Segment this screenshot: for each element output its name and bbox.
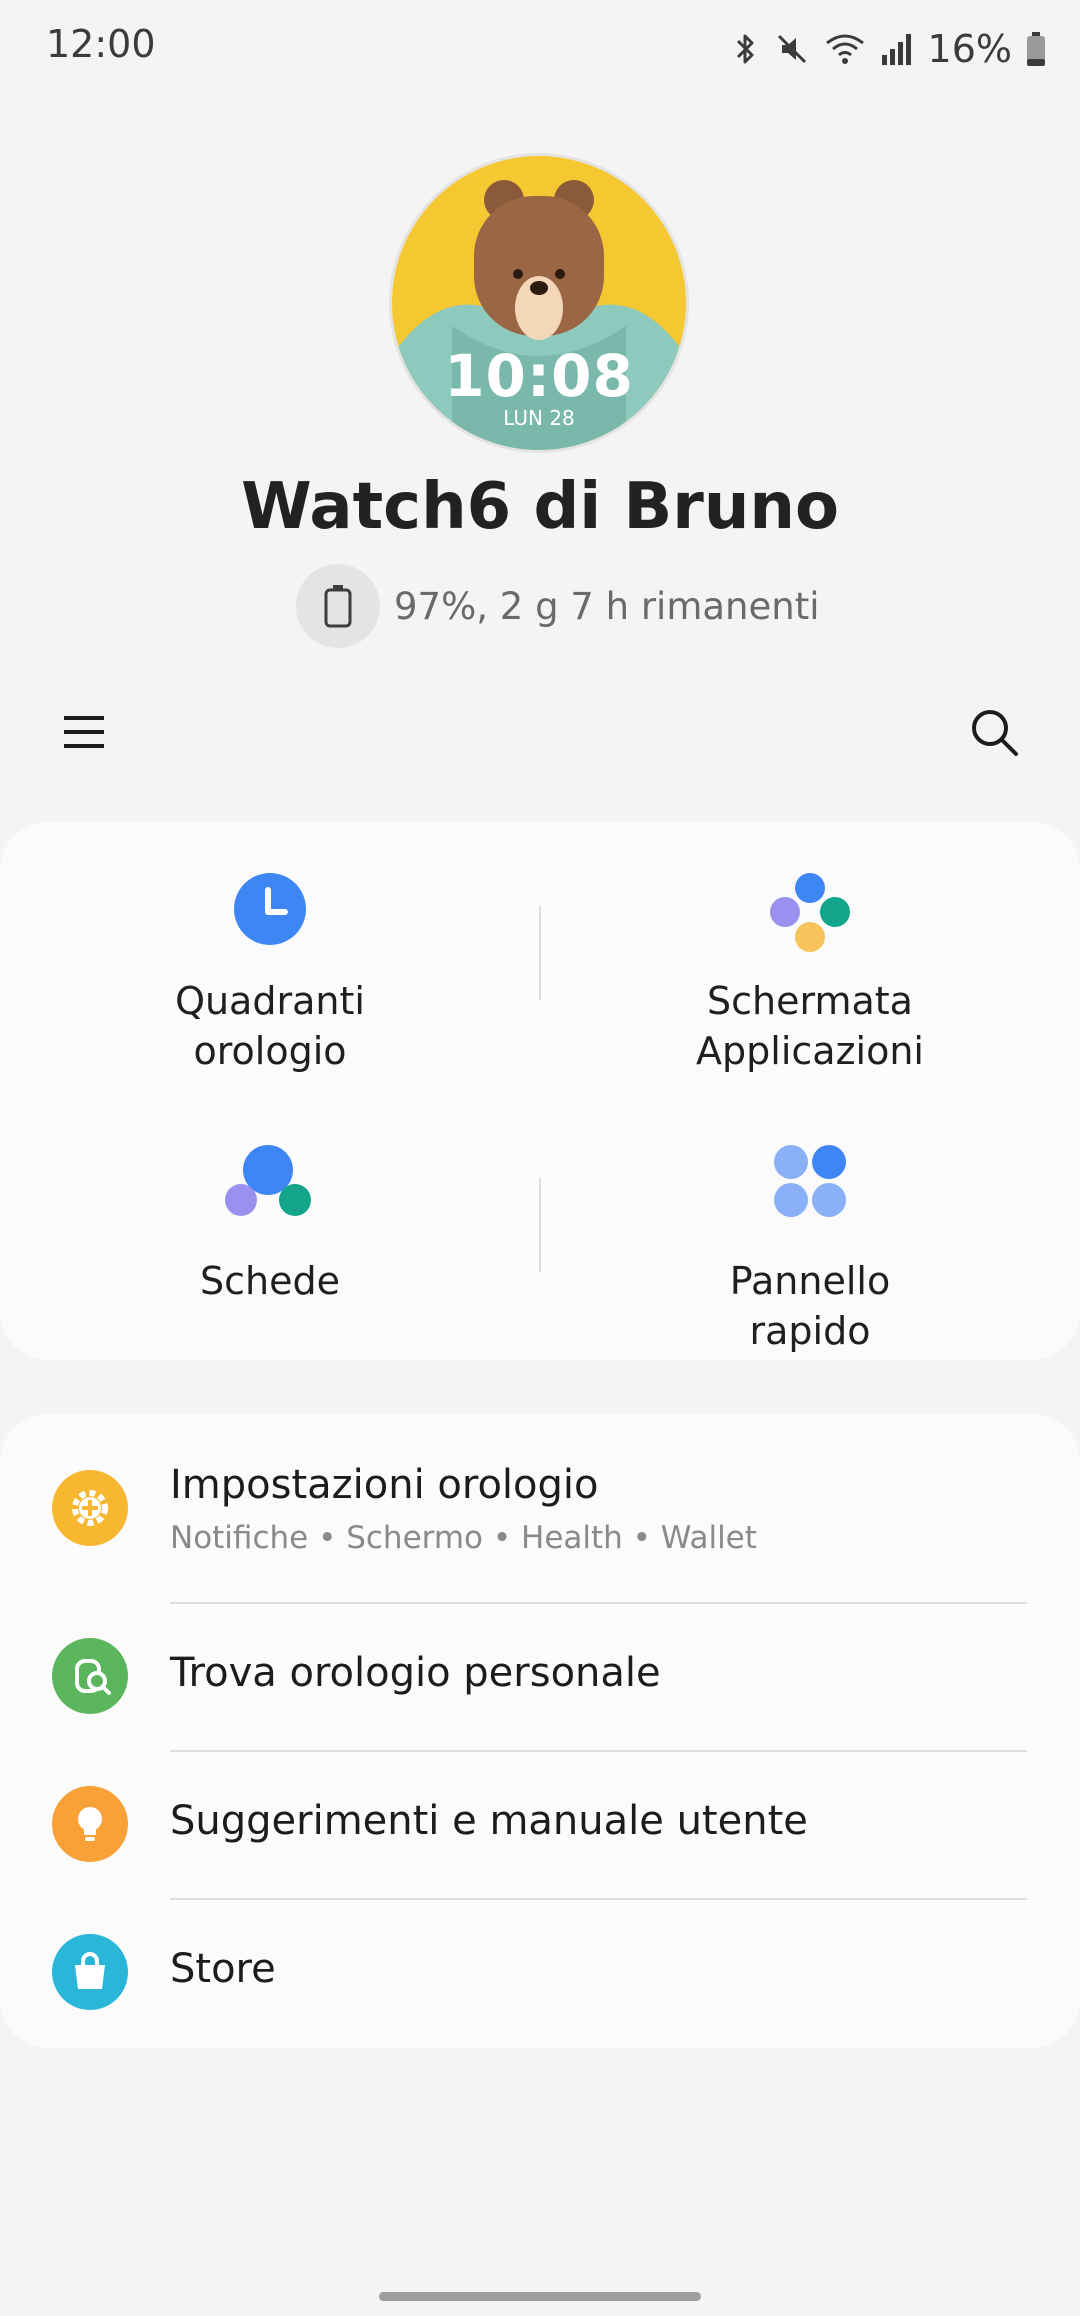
status-bar: 12:00 16% xyxy=(0,0,1080,100)
search-button[interactable] xyxy=(958,696,1030,768)
apps-dots-icon xyxy=(770,873,850,952)
watch-face-preview[interactable]: 10:08 LUN 28 xyxy=(392,156,686,450)
clock-icon xyxy=(234,873,306,945)
search-icon xyxy=(972,710,1018,756)
wifi-icon xyxy=(825,34,864,64)
list-item-title: Suggerimenti e manuale utente xyxy=(170,1798,808,1844)
tile-label-apps-screen: Schermata Applicazioni xyxy=(696,979,924,1073)
menu-list-card: Impostazioni orologio Notifiche • Scherm… xyxy=(0,1414,1080,2048)
list-item-title: Trova orologio personale xyxy=(170,1650,661,1696)
signal-icon xyxy=(881,34,911,65)
list-item-tips-manual[interactable]: Suggerimenti e manuale utente xyxy=(0,1752,1080,1896)
battery-percent: 16% xyxy=(927,27,1012,71)
list-item-title: Impostazioni orologio xyxy=(170,1462,599,1508)
find-watch-icon xyxy=(52,1638,128,1714)
tile-apps-screen[interactable]: Schermata Applicazioni xyxy=(540,872,1080,1076)
watch-face-date: LUN 28 xyxy=(503,406,575,430)
list-item-title: Store xyxy=(170,1946,276,1992)
battery-icon xyxy=(1027,32,1045,66)
shortcuts-card: Quadranti orologio Schermata Applicazion… xyxy=(0,822,1080,1360)
list-item-store[interactable]: Store xyxy=(0,1900,1080,2044)
tile-tiles[interactable]: Schede xyxy=(0,1144,540,1306)
watch-battery-status: 97%, 2 g 7 h rimanenti xyxy=(296,564,819,648)
shopping-bag-icon xyxy=(52,1934,128,2010)
list-item-subtitle: Notifiche • Schermo • Health • Wallet xyxy=(170,1520,757,1556)
watch-battery-icon xyxy=(296,564,380,648)
hamburger-icon xyxy=(64,716,104,748)
watch-face-time: 10:08 xyxy=(444,342,634,410)
quick-panel-icon xyxy=(774,1145,846,1217)
tile-label-quick-panel: Pannello rapido xyxy=(729,1259,891,1353)
status-icons: 16% xyxy=(732,26,1046,72)
list-item-watch-settings[interactable]: Impostazioni orologio Notifiche • Scherm… xyxy=(0,1414,1080,1600)
tile-label-watch-faces: Quadranti orologio xyxy=(175,979,365,1073)
menu-button[interactable] xyxy=(48,696,120,768)
settings-gear-icon xyxy=(52,1470,128,1546)
tile-label-tiles: Schede xyxy=(200,1259,340,1303)
bluetooth-icon xyxy=(736,34,754,64)
lightbulb-icon xyxy=(52,1786,128,1862)
tile-watch-faces[interactable]: Quadranti orologio xyxy=(0,872,540,1076)
mute-icon xyxy=(777,34,806,64)
tiles-icon xyxy=(225,1145,311,1216)
device-name: Watch6 di Bruno xyxy=(241,470,839,544)
home-indicator[interactable] xyxy=(379,2292,701,2301)
list-item-find-watch[interactable]: Trova orologio personale xyxy=(0,1604,1080,1748)
status-time: 12:00 xyxy=(46,22,156,66)
watch-battery-text: 97%, 2 g 7 h rimanenti xyxy=(394,584,820,628)
tile-quick-panel[interactable]: Pannello rapido xyxy=(540,1144,1080,1356)
